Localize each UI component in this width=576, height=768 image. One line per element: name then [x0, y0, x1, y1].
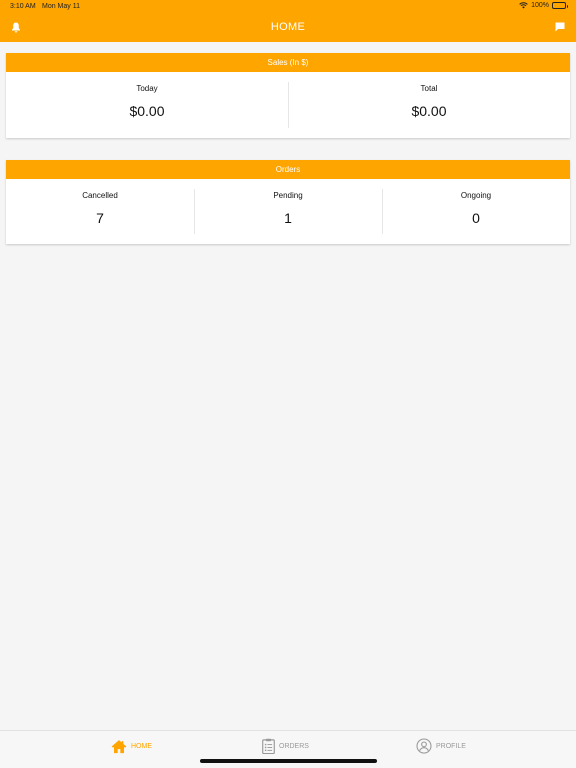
- battery-icon: [552, 2, 568, 9]
- orders-card-title: Orders: [6, 160, 570, 179]
- tab-bar: HOME ORDERS PROFILE: [0, 730, 576, 768]
- home-icon: [111, 739, 127, 753]
- status-bar: 3:10 AM Mon May 11 100%: [0, 0, 576, 14]
- sales-total: Total $0.00: [288, 72, 570, 138]
- tab-orders-label: ORDERS: [279, 742, 309, 750]
- tab-home[interactable]: HOME: [111, 737, 152, 755]
- sales-card-body: Today $0.00 Total $0.00: [6, 72, 570, 138]
- tab-orders[interactable]: ORDERS: [262, 737, 309, 755]
- tab-profile[interactable]: PROFILE: [416, 737, 466, 755]
- orders-ongoing[interactable]: Ongoing 0: [382, 179, 570, 244]
- orders-cancelled-value: 7: [96, 210, 104, 226]
- sales-total-value: $0.00: [411, 103, 447, 119]
- battery-percentage: 100%: [531, 2, 549, 9]
- wifi-icon: [519, 2, 528, 9]
- status-right: 100%: [519, 2, 568, 9]
- sales-today: Today $0.00: [6, 72, 288, 138]
- orders-pending-value: 1: [284, 210, 292, 226]
- top-bar: 3:10 AM Mon May 11 100% HOME: [0, 0, 576, 42]
- home-indicator: [200, 759, 377, 763]
- tab-home-label: HOME: [131, 742, 152, 750]
- orders-card-body: Cancelled 7 Pending 1 Ongoing 0: [6, 179, 570, 244]
- sales-card: Sales (In $) Today $0.00 Total $0.00: [6, 53, 570, 138]
- orders-cancelled-label: Cancelled: [82, 191, 118, 200]
- status-time: 3:10 AM: [10, 3, 36, 10]
- sales-card-title: Sales (In $): [6, 53, 570, 72]
- sales-today-label: Today: [136, 84, 158, 93]
- orders-card: Orders Cancelled 7 Pending 1 Ongoing 0: [6, 160, 570, 244]
- orders-pending-label: Pending: [273, 191, 303, 200]
- clipboard-icon: [262, 738, 275, 754]
- orders-cancelled[interactable]: Cancelled 7: [6, 179, 194, 244]
- tab-profile-label: PROFILE: [436, 742, 466, 750]
- user-circle-icon: [416, 738, 432, 754]
- chat-icon[interactable]: [554, 21, 566, 33]
- page-title: HOME: [270, 21, 306, 33]
- orders-ongoing-label: Ongoing: [460, 191, 492, 200]
- sales-total-label: Total: [420, 84, 438, 93]
- status-date: Mon May 11: [42, 3, 80, 10]
- sales-today-value: $0.00: [129, 103, 165, 119]
- orders-pending[interactable]: Pending 1: [194, 179, 382, 244]
- orders-ongoing-value: 0: [472, 210, 480, 226]
